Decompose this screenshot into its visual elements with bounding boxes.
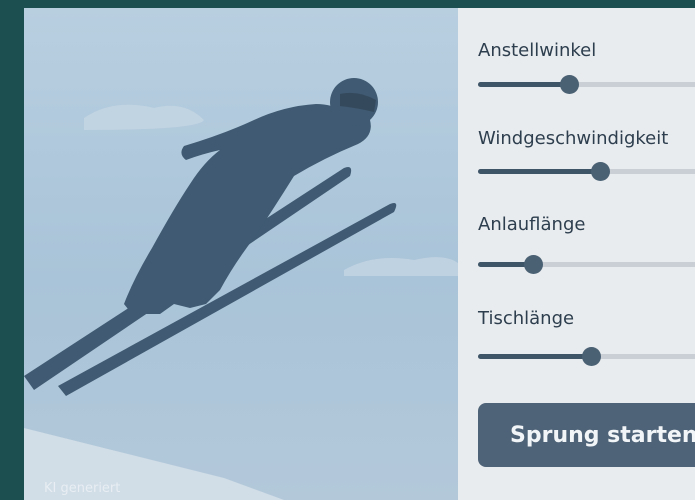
ski-jump-scene: KI generiert xyxy=(24,8,458,500)
wind-slider[interactable] xyxy=(478,161,695,181)
ski-jumper-illustration xyxy=(24,78,458,500)
slider-fill xyxy=(478,354,591,359)
angle-label: Anstellwinkel xyxy=(478,40,597,61)
slider-fill xyxy=(478,169,601,174)
control-table: Tischlänge xyxy=(478,308,695,366)
runway-slider[interactable] xyxy=(478,254,695,274)
start-jump-button[interactable]: Sprung starten xyxy=(478,403,695,467)
control-wind: Windgeschwindigkeit xyxy=(478,128,695,181)
slider-thumb[interactable] xyxy=(591,162,611,181)
slider-thumb[interactable] xyxy=(560,75,580,94)
slider-fill xyxy=(478,82,570,87)
controls-panel: Anstellwinkel Windgeschwindigkeit Anlauf… xyxy=(458,8,695,500)
slider-thumb[interactable] xyxy=(581,347,601,366)
slider-thumb[interactable] xyxy=(524,255,544,274)
ai-generated-label: KI generiert xyxy=(44,481,121,496)
wind-label: Windgeschwindigkeit xyxy=(478,128,669,149)
runway-label: Anlauflänge xyxy=(478,214,586,235)
table-slider[interactable] xyxy=(478,346,695,366)
app-frame: KI generiert Anstellwinkel Windgeschwind… xyxy=(24,8,695,500)
table-label: Tischlänge xyxy=(478,308,575,329)
control-runway: Anlauflänge xyxy=(478,214,695,274)
angle-slider[interactable] xyxy=(478,74,695,94)
control-angle: Anstellwinkel xyxy=(478,40,695,94)
